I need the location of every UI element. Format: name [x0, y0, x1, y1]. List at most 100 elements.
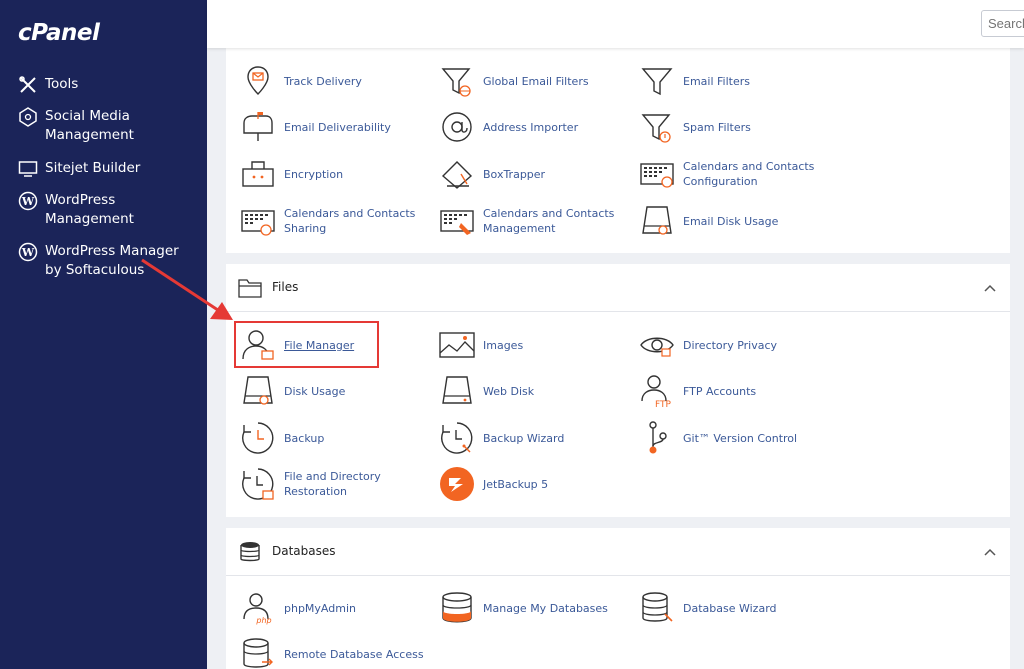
track-delivery-item[interactable]: Track Delivery	[240, 63, 434, 99]
backup-item[interactable]: Backup	[240, 420, 434, 456]
item-label: Email Disk Usage	[683, 214, 779, 228]
item-label: File and Directory Restoration	[284, 470, 381, 498]
file-manager-item[interactable]: File Manager	[240, 327, 434, 363]
item-label: Encryption	[284, 167, 344, 181]
database-wizard-item[interactable]: Database Wizard	[639, 590, 833, 626]
ftp-accounts-item[interactable]: FTP FTP Accounts	[639, 373, 833, 409]
global-email-filters-item[interactable]: Global Email Filters	[439, 63, 633, 99]
item-label: Calendars and Contacts Sharing	[284, 207, 416, 235]
file-directory-restoration-item[interactable]: File and Directory Restoration	[240, 466, 434, 502]
calendars-contacts-management-item[interactable]: Calendars and Contacts Management	[439, 203, 633, 239]
track-delivery-icon	[247, 66, 269, 95]
item-label: Web Disk	[483, 384, 535, 398]
encryption-item[interactable]: Encryption	[240, 156, 434, 192]
databases-section-header[interactable]: Databases	[226, 528, 1010, 576]
git-version-control-item[interactable]: Git™ Version Control	[639, 420, 833, 456]
disk-usage-item[interactable]: Disk Usage	[240, 373, 434, 409]
eye-icon	[640, 337, 674, 357]
chevron-up-icon[interactable]	[983, 281, 997, 295]
chevron-up-icon[interactable]	[983, 545, 997, 559]
item-label: Global Email Filters	[483, 74, 589, 88]
mailbox-icon	[243, 112, 273, 141]
item-label: Backup Wizard	[483, 431, 565, 445]
git-icon	[649, 421, 667, 454]
item-label: Spam Filters	[683, 120, 751, 134]
images-item[interactable]: Images	[439, 327, 633, 363]
remote-database-access-item[interactable]: Remote Database Access	[240, 636, 434, 669]
web-disk-icon	[442, 376, 472, 404]
calendars-contacts-sharing-item[interactable]: Calendars and Contacts Sharing	[240, 203, 434, 239]
global-filter-icon	[441, 68, 471, 97]
email-disk-usage-item[interactable]: Email Disk Usage	[639, 203, 833, 239]
email-filters-item[interactable]: Email Filters	[639, 63, 833, 99]
directory-privacy-item[interactable]: Directory Privacy	[639, 327, 833, 363]
remote-database-icon	[243, 638, 273, 668]
web-disk-item[interactable]: Web Disk	[439, 373, 633, 409]
spam-filter-icon	[641, 114, 671, 143]
svg-text:W: W	[21, 246, 35, 259]
database-icon	[240, 542, 260, 562]
database-wizard-icon	[642, 592, 673, 622]
backup-wizard-icon	[441, 422, 473, 454]
disk-usage-icon	[642, 206, 672, 235]
item-label: Backup	[284, 431, 325, 445]
folder-icon	[238, 279, 262, 298]
jetbackup-icon	[440, 467, 474, 501]
sidebar-item-wordpress-softaculous[interactable]: W WordPress Manager by Softaculous	[18, 242, 195, 280]
database-icon	[442, 592, 472, 623]
manage-my-databases-item[interactable]: Manage My Databases	[439, 590, 633, 626]
item-label: Git™ Version Control	[683, 431, 798, 445]
item-label: File Manager	[284, 338, 355, 352]
sidebar-item-label: Social Media Management	[45, 108, 134, 143]
spam-filters-item[interactable]: Spam Filters	[639, 109, 833, 145]
boxtrapper-item[interactable]: BoxTrapper	[439, 156, 633, 192]
sidebar-item-label: WordPress Management	[45, 192, 134, 227]
item-label: Disk Usage	[284, 384, 346, 398]
at-sign-icon	[442, 112, 472, 142]
item-label: Database Wizard	[683, 601, 777, 615]
svg-text:php: php	[255, 616, 271, 625]
item-label: Manage My Databases	[483, 601, 608, 615]
address-importer-item[interactable]: Address Importer	[439, 109, 633, 145]
phpmyadmin-item[interactable]: php phpMyAdmin	[240, 590, 434, 626]
databases-section-title: Databases	[272, 544, 336, 558]
tools-icon	[19, 76, 36, 93]
databases-section: Databases php phpMyAdmin Manage My Datab…	[226, 528, 1010, 669]
wordpress-icon: W	[18, 242, 38, 262]
phpmyadmin-icon: php	[243, 593, 272, 625]
sidebar: cPanel Tools Social Media Management Sit…	[0, 0, 207, 669]
cpanel-logo[interactable]: cPanel	[18, 20, 100, 46]
email-deliverability-item[interactable]: Email Deliverability	[240, 109, 434, 145]
sidebar-item-social-media[interactable]: Social Media Management	[18, 107, 185, 145]
disk-usage-icon	[243, 376, 273, 405]
item-label: Calendars and Contacts Management	[483, 207, 615, 235]
calendars-contacts-configuration-item[interactable]: Calendars and Contacts Configuration	[639, 156, 833, 192]
svg-text:FTP: FTP	[655, 400, 672, 409]
files-section-title: Files	[272, 280, 299, 294]
sidebar-item-tools[interactable]: Tools	[18, 75, 185, 95]
sidebar-item-wordpress-management[interactable]: W WordPress Management	[18, 191, 185, 229]
item-label: Track Delivery	[284, 74, 362, 88]
calendar-sharing-icon	[241, 210, 275, 236]
backup-wizard-item[interactable]: Backup Wizard	[439, 420, 633, 456]
item-label: Remote Database Access	[284, 647, 424, 661]
ftp-accounts-icon: FTP	[641, 375, 672, 409]
files-section-header[interactable]: Files	[226, 264, 1010, 312]
item-label: FTP Accounts	[683, 384, 757, 398]
item-label: BoxTrapper	[483, 167, 546, 181]
item-label: Address Importer	[483, 120, 579, 134]
search-input[interactable]	[981, 10, 1024, 37]
calendar-management-icon	[440, 210, 474, 235]
sidebar-item-label: WordPress Manager by Softaculous	[45, 243, 179, 278]
top-bar	[207, 0, 1024, 48]
item-label: phpMyAdmin	[284, 601, 356, 615]
filter-icon	[641, 68, 673, 96]
wordpress-icon: W	[18, 191, 38, 211]
item-label: Calendars and Contacts Configuration	[683, 160, 815, 188]
encryption-icon	[242, 161, 274, 187]
sidebar-item-label: Tools	[45, 76, 79, 92]
sidebar-item-sitejet[interactable]: Sitejet Builder	[18, 159, 185, 179]
images-icon	[439, 332, 475, 358]
jetbackup-item[interactable]: JetBackup 5	[439, 466, 633, 502]
restoration-icon	[242, 468, 274, 500]
